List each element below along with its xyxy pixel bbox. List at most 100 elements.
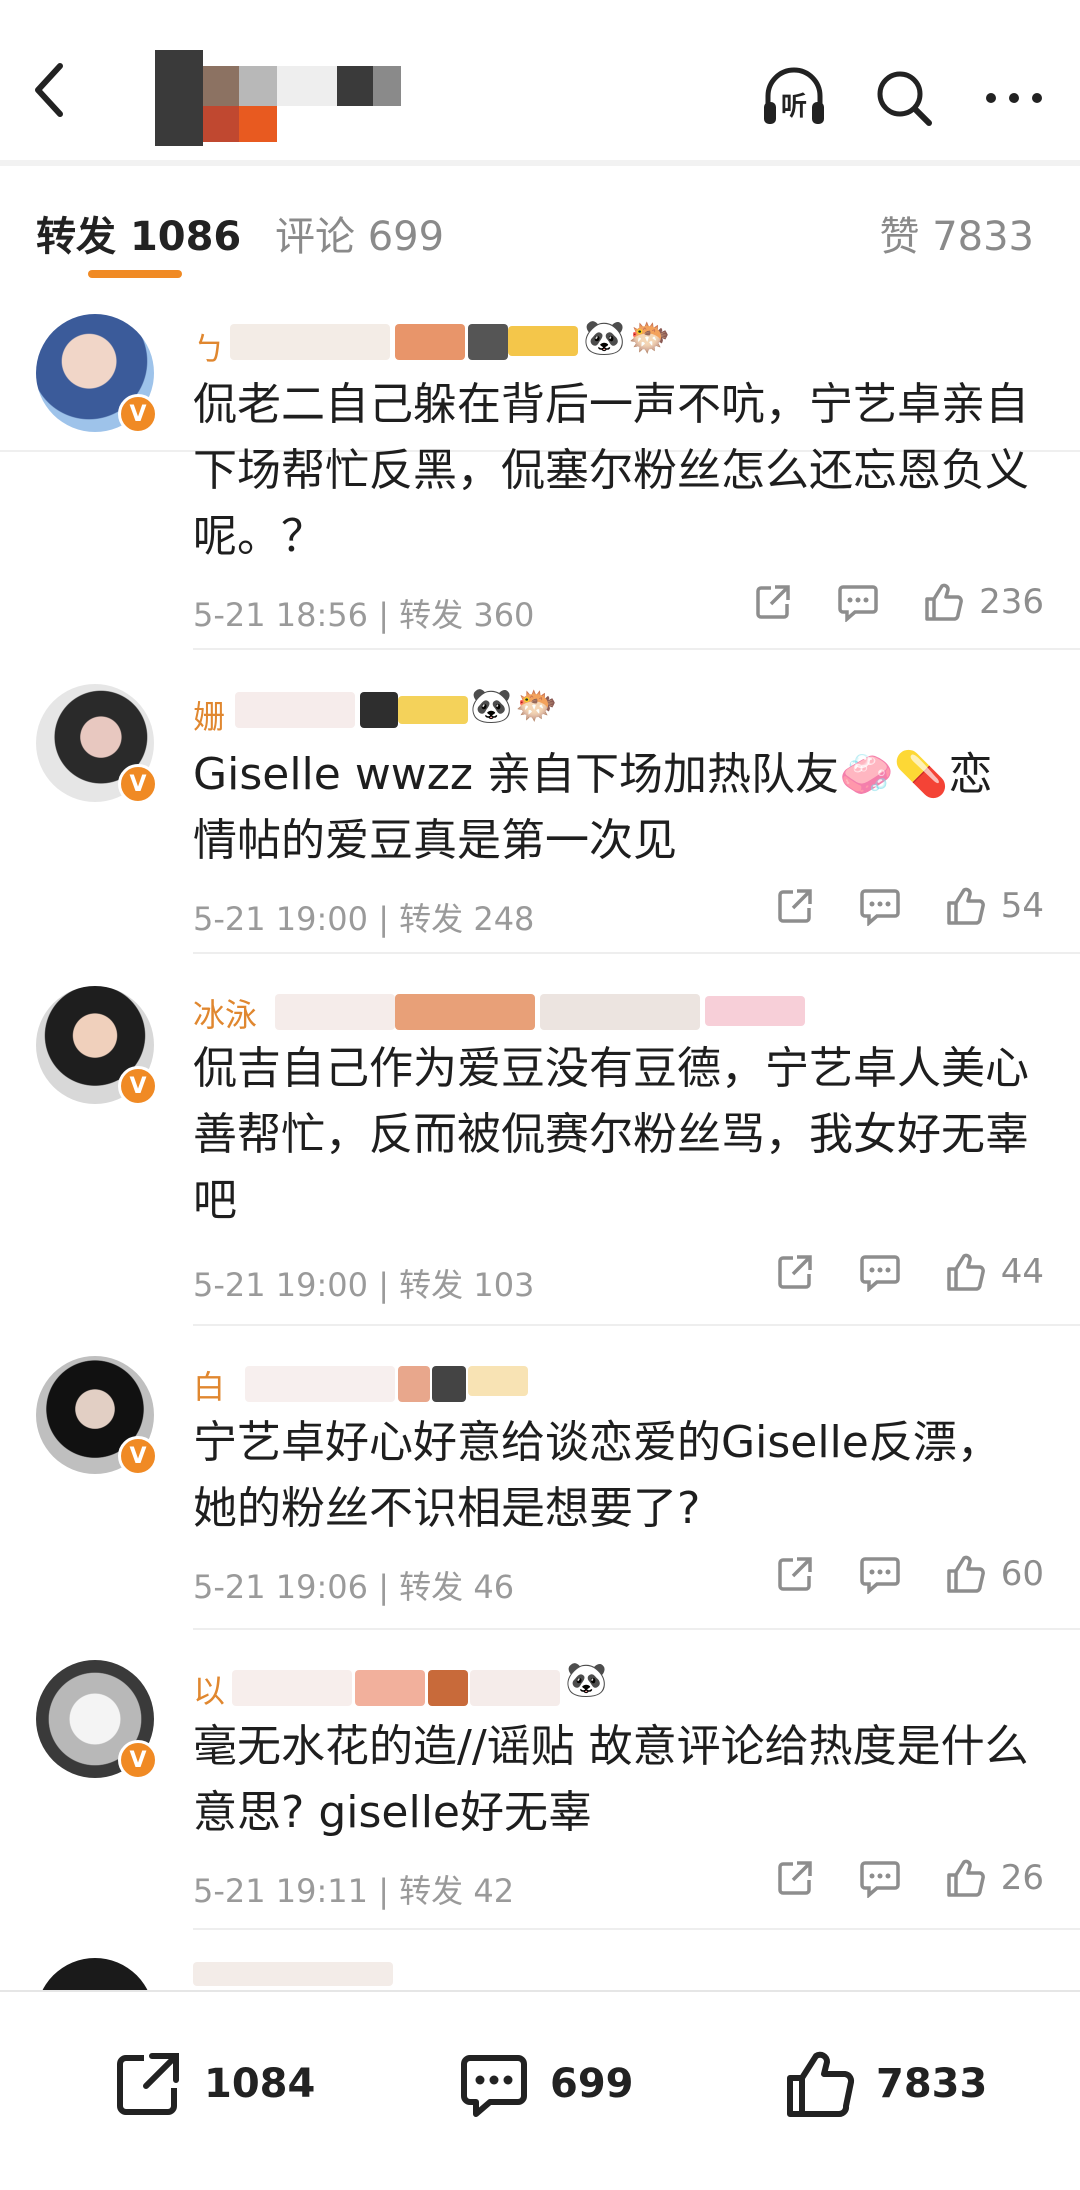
comment-bubble-icon	[859, 1861, 900, 1898]
blurred-username	[235, 692, 355, 728]
bottom-repost-button[interactable]: 1084	[112, 2048, 315, 2120]
comment-bubble-icon	[859, 1255, 900, 1292]
reply-button[interactable]	[859, 886, 901, 926]
panda-emoji-icon: 🐼	[470, 686, 513, 726]
more-button[interactable]	[978, 62, 1050, 134]
thumbs-up-icon	[787, 2051, 855, 2117]
panda-emoji-icon: 🐼	[583, 318, 626, 358]
verified-badge: V	[118, 394, 158, 434]
repost-label: 转发	[399, 596, 464, 634]
verified-badge: V	[118, 1436, 158, 1476]
bottom-comment-button[interactable]: 699	[458, 2048, 634, 2120]
comment-text: 侃吉自己作为爱豆没有豆德，宁艺卓人美心善帮忙，反而被侃赛尔粉丝骂，我女好无辜吧	[193, 1043, 1029, 1226]
like-count: 54	[1000, 886, 1044, 926]
tab-likes-label: 赞	[879, 214, 920, 260]
comment-text: 毫无水花的造//谣贴 故意评论给热度是什么意思? giselle好无辜	[193, 1721, 1029, 1838]
comment-divider	[193, 1928, 1080, 1930]
reply-button[interactable]	[837, 582, 879, 622]
share-button[interactable]	[753, 582, 793, 622]
comment-time: 5-21 18:56	[193, 596, 369, 634]
comment-item: V 冰泳 侃吉自己作为爱豆没有豆德，宁艺卓人美心善帮忙，反而被侃赛尔粉丝骂，我女…	[0, 954, 1080, 1326]
username[interactable]: 以	[193, 1666, 225, 1712]
back-button[interactable]	[30, 60, 90, 140]
blurred-username	[355, 1670, 425, 1706]
like-button[interactable]: 236	[923, 582, 1044, 622]
search-button[interactable]	[868, 62, 940, 134]
comment-time: 5-21 19:06	[193, 1568, 369, 1606]
fan-level-badge	[705, 996, 805, 1026]
comment-time: 5-21 19:11	[193, 1872, 369, 1910]
avatar[interactable]	[36, 1958, 154, 1992]
comment-bubble-icon	[859, 1557, 900, 1594]
blurred-username	[395, 994, 535, 1030]
like-count: 44	[1000, 1252, 1044, 1292]
repost-count: 248	[473, 900, 535, 938]
reply-button[interactable]	[859, 1252, 901, 1292]
repost-count: 103	[473, 1266, 535, 1304]
comment-item: V ㄅ 🐼 🐡 侃老二自己躲在背后一声不吭，宁艺卓亲自下场帮忙反黑，侃塞尔粉丝怎…	[0, 290, 1080, 650]
comment-meta: 5-21 18:56 | 转发 360	[193, 596, 535, 634]
repost-label: 转发	[399, 1266, 464, 1304]
comment-bubble-icon	[461, 2055, 527, 2117]
blurred-username	[432, 1366, 466, 1402]
listen-button[interactable]: 听	[758, 62, 830, 134]
blurred-username	[245, 1366, 395, 1402]
share-button[interactable]	[775, 1858, 815, 1898]
bottom-comment-count: 699	[550, 2061, 634, 2107]
comment-actions: 26	[731, 1858, 1044, 1898]
username[interactable]: 姗	[193, 692, 225, 738]
comment-bubble-icon	[838, 585, 878, 622]
repost-label: 转发	[399, 1568, 464, 1606]
blurred-username	[540, 994, 700, 1030]
like-button[interactable]: 60	[945, 1554, 1044, 1594]
listen-label: 听	[780, 91, 807, 122]
blurred-username	[232, 1670, 352, 1706]
blurred-username	[360, 692, 398, 728]
tab-reposts[interactable]: 转发 1086	[36, 204, 241, 262]
blurred-username	[395, 324, 465, 360]
repost-label: 转发	[399, 900, 464, 938]
blurred-username	[468, 324, 508, 360]
thumbs-up-icon	[925, 583, 963, 621]
share-icon	[777, 1861, 812, 1895]
comment-item: V 白 宁艺卓好心好意给谈恋爱的Giselle反漂，她的粉丝不识相是想要了? 5…	[0, 1326, 1080, 1630]
blurred-username	[193, 1962, 393, 1986]
bottom-repost-count: 1084	[204, 2061, 316, 2107]
bottom-action-bar: 1084 699 7833	[0, 1990, 1080, 2190]
reply-button[interactable]	[859, 1554, 901, 1594]
pufferfish-emoji-icon: 🐡	[628, 318, 671, 358]
bottom-like-button[interactable]: 7833	[784, 2048, 987, 2120]
share-icon	[777, 889, 812, 923]
username[interactable]: 冰泳	[193, 990, 257, 1036]
repost-label: 转发	[399, 1872, 464, 1910]
tab-reposts-count: 1086	[129, 214, 242, 260]
share-icon	[117, 2053, 179, 2115]
panda-emoji-icon: 🐼	[565, 1660, 608, 1700]
like-button[interactable]: 44	[945, 1252, 1044, 1292]
comment-meta: 5-21 19:11 | 转发 42	[193, 1872, 515, 1910]
thumbs-up-icon	[946, 1555, 985, 1593]
username[interactable]: 白	[193, 1362, 225, 1408]
comment-item: V 以 🐼 毫无水花的造//谣贴 故意评论给热度是什么意思? giselle好无…	[0, 1630, 1080, 1930]
tab-comments-count: 699	[367, 214, 445, 260]
tab-comments[interactable]: 评论 699	[275, 204, 444, 262]
username[interactable]: ㄅ	[193, 324, 225, 370]
like-button[interactable]: 26	[945, 1858, 1044, 1898]
share-button[interactable]	[775, 886, 815, 926]
tab-comments-label: 评论	[275, 214, 355, 260]
like-button[interactable]: 54	[945, 886, 1044, 926]
more-icon	[986, 93, 1042, 103]
tab-reposts-label: 转发	[36, 214, 116, 260]
reply-button[interactable]	[859, 1858, 901, 1898]
tab-likes[interactable]: 赞 7833	[879, 204, 1034, 262]
comment-text: Giselle wwzz 亲自下场加热队友🧼💊恋情帖的爱豆真是第一次见	[193, 749, 993, 866]
share-button[interactable]	[775, 1554, 815, 1594]
comment-item-partial	[0, 1932, 1080, 1992]
thumbs-up-icon	[946, 887, 985, 925]
like-count: 26	[1000, 1858, 1044, 1898]
comment-actions: 60	[731, 1554, 1044, 1594]
comment-meta: 5-21 19:00 | 转发 103	[193, 1266, 535, 1304]
share-button[interactable]	[775, 1252, 815, 1292]
like-count: 60	[1000, 1554, 1044, 1594]
back-icon	[35, 63, 63, 117]
